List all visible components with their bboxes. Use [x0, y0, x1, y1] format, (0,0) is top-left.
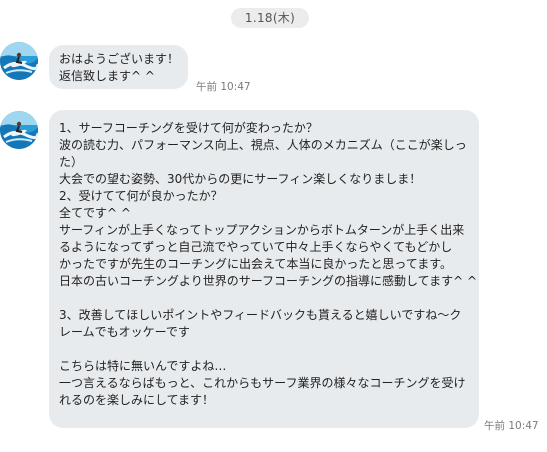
- message-bubble[interactable]: おはようございます！ 返信致します^ ^: [49, 45, 188, 89]
- message-timestamp: 午前 10:47: [484, 420, 539, 432]
- message-line: こちらは特に無いんですよね…: [59, 359, 227, 373]
- message-line: おはようございます！: [59, 52, 180, 66]
- message-line: レームでもオッケーです: [59, 325, 190, 339]
- surfer-avatar-icon: [0, 42, 38, 80]
- message-line: 1、サーフコーチングを受けて何が変わったか？: [59, 121, 318, 135]
- avatar[interactable]: [0, 42, 38, 80]
- message-line: るようになってずっと自己流でやっていて中々上手くならやくてもどかし: [59, 240, 453, 254]
- message-line: 一つ言えるならばもっと、これからもサーフ業界の様々なコーチングを受け: [59, 376, 466, 390]
- message-line: た）: [59, 155, 84, 169]
- message-line: 返信致します^ ^: [59, 69, 155, 83]
- message-line: 大会での望む姿勢、30代からの更にサーフィン楽しくなりましま！: [59, 172, 422, 186]
- avatar[interactable]: [0, 111, 38, 149]
- date-separator: 1.18(木): [231, 8, 309, 28]
- message-line: 全てです^ ^: [59, 206, 131, 220]
- message-line: 日本の古いコーチングより世界のサーフコーチングの指導に感動してます^ ^: [59, 274, 478, 288]
- message-line: サーフィンが上手くなってトップアクションからボトムターンが上手く出来: [59, 223, 465, 237]
- message-line: 2、受けてて何が良かったか？: [59, 189, 223, 203]
- message-line: れるのを楽しみにしてます！: [59, 393, 215, 407]
- message-line: かったですが先生のコーチングに出会えて本当に良かったと思ってます。: [59, 257, 453, 271]
- message-bubble[interactable]: 1、サーフコーチングを受けて何が変わったか？ 波の読む力、パフォーマンス向上、視…: [49, 110, 479, 428]
- message-line: 3、改善してほしいポイントやフィードバックも貰えると嬉しいですね〜ク: [59, 308, 462, 322]
- message-line: 波の読む力、パフォーマンス向上、視点、人体のメカニズム（ここが楽しっ: [59, 138, 467, 152]
- surfer-avatar-icon: [0, 111, 38, 149]
- message-timestamp: 午前 10:47: [196, 81, 251, 93]
